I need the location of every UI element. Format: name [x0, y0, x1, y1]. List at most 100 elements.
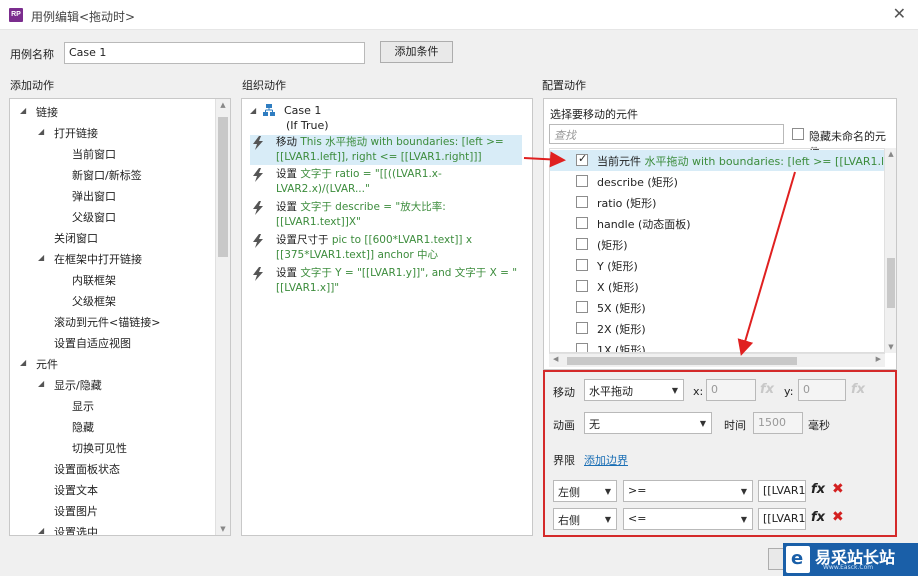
scroll-thumb[interactable]: [218, 117, 228, 257]
scroll-down-icon[interactable]: ▼: [885, 343, 896, 351]
widget-list-item[interactable]: 当前元件 水平拖动 with boundaries: [left >= [[LV…: [550, 150, 885, 171]
widget-name: X (矩形): [597, 281, 639, 294]
widget-checkbox[interactable]: [576, 280, 588, 292]
action-item[interactable]: 移动 This 水平拖动 with boundaries: [left >= […: [250, 135, 522, 165]
widget-checkbox[interactable]: [576, 175, 588, 187]
widget-name: 当前元件: [597, 155, 641, 168]
action-tree-item[interactable]: 当前窗口: [72, 146, 116, 162]
scroll-up-icon[interactable]: ▲: [216, 101, 230, 109]
widget-list-item[interactable]: describe (矩形): [550, 171, 884, 192]
action-tree-item[interactable]: 链接: [36, 104, 58, 120]
add-action-scrollbar[interactable]: ▲ ▼: [215, 99, 230, 535]
widget-list-item[interactable]: handle (动态面板): [550, 213, 884, 234]
window-title: 用例编辑<拖动时>: [31, 10, 136, 24]
choose-widget-label: 选择要移动的元件: [550, 108, 638, 121]
action-tree-item[interactable]: 关闭窗口: [54, 230, 98, 246]
action-tree-item[interactable]: 滚动到元件<锚链接>: [54, 314, 160, 330]
action-tree-item[interactable]: 切换可见性: [72, 440, 127, 456]
lightning-icon: [253, 136, 263, 150]
scroll-up-icon[interactable]: ▲: [885, 150, 896, 158]
expand-triangle-icon[interactable]: ◢: [38, 526, 44, 535]
widget-search-input[interactable]: 查找: [549, 124, 784, 144]
case-name-label: 用例名称: [10, 48, 54, 61]
action-tree-item[interactable]: 内联框架: [72, 272, 116, 288]
widget-list-item[interactable]: (矩形): [550, 234, 884, 255]
widget-list-item[interactable]: Y (矩形): [550, 255, 884, 276]
action-keyword: 移动: [276, 136, 301, 148]
expand-triangle-icon[interactable]: ◢: [38, 379, 44, 388]
action-tree-item[interactable]: 隐藏: [72, 419, 94, 435]
widget-list-item[interactable]: 5X (矩形): [550, 297, 884, 318]
widget-name: 5X (矩形): [597, 302, 646, 315]
widget-list-item[interactable]: 2X (矩形): [550, 318, 884, 339]
widget-checkbox[interactable]: [576, 217, 588, 229]
action-tree-item[interactable]: 父级窗口: [72, 209, 116, 225]
action-tree-item[interactable]: 显示/隐藏: [54, 377, 102, 393]
collapse-triangle-icon[interactable]: ◢: [250, 106, 256, 115]
action-item[interactable]: 设置 文字于 Y = "[[LVAR1.y]]", and 文字于 X = "[…: [250, 266, 522, 296]
widget-name: handle (动态面板): [597, 218, 691, 231]
widget-name: describe (矩形): [597, 176, 678, 189]
action-tree-item[interactable]: 设置面板状态: [54, 461, 120, 477]
case-title[interactable]: Case 1: [284, 104, 321, 117]
expand-triangle-icon[interactable]: ◢: [20, 358, 26, 367]
action-tree-item[interactable]: 新窗口/新标签: [72, 167, 142, 183]
watermark-e-icon: e: [786, 546, 810, 573]
widget-checkbox[interactable]: [576, 301, 588, 313]
widget-name: ratio (矩形): [597, 197, 657, 210]
action-tree-item[interactable]: 设置文本: [54, 482, 98, 498]
action-tree-item[interactable]: 设置自适应视图: [54, 335, 131, 351]
widget-list-item[interactable]: X (矩形): [550, 276, 884, 297]
action-keyword: 设置尺寸于: [276, 234, 332, 246]
widget-checkbox[interactable]: [576, 196, 588, 208]
add-action-header: 添加动作: [10, 79, 54, 92]
action-detail: 文字于 Y = "[[LVAR1.y]]", and 文字于 X = "[[LV…: [276, 267, 518, 294]
scroll-thumb[interactable]: [887, 258, 895, 308]
widget-list-vscroll[interactable]: ▲ ▼: [884, 148, 896, 353]
action-tree-item[interactable]: 父级框架: [72, 293, 116, 309]
watermark-logo: e 易采站长站 Www.Easck.Com: [783, 543, 918, 576]
widget-checkbox[interactable]: [576, 322, 588, 334]
case-name-input[interactable]: Case 1: [64, 42, 365, 64]
organize-action-panel: ◢ Case 1 (If True) 移动 This 水平拖动 with bou…: [241, 98, 533, 536]
close-icon[interactable]: ✕: [893, 4, 906, 23]
widget-checkbox[interactable]: [576, 343, 588, 352]
widget-detail: 水平拖动 with boundaries: [left >= [[LVAR1.l…: [644, 155, 885, 168]
action-tree-item[interactable]: 设置选中: [54, 524, 98, 535]
expand-triangle-icon[interactable]: ◢: [38, 253, 44, 262]
action-detail: This 水平拖动 with boundaries: [left >= [[LV…: [276, 136, 504, 163]
widget-checkbox[interactable]: [576, 238, 588, 250]
watermark-url: Www.Easck.Com: [823, 564, 874, 571]
action-keyword: 设置: [276, 267, 301, 279]
hscroll-thumb[interactable]: [567, 357, 797, 365]
expand-triangle-icon[interactable]: ◢: [20, 106, 26, 115]
widget-list: 当前元件 水平拖动 with boundaries: [left >= [[LV…: [549, 148, 885, 353]
action-tree-item[interactable]: 弹出窗口: [72, 188, 116, 204]
lightning-icon: [253, 201, 263, 215]
axure-app-icon: RP: [9, 8, 23, 22]
action-tree-item[interactable]: 打开链接: [54, 125, 98, 141]
action-keyword: 设置: [276, 168, 301, 180]
expand-triangle-icon[interactable]: ◢: [38, 127, 44, 136]
scroll-right-icon[interactable]: ▶: [876, 355, 881, 363]
scroll-down-icon[interactable]: ▼: [216, 525, 230, 533]
widget-checkbox[interactable]: [576, 259, 588, 271]
action-item[interactable]: 设置 文字于 describe = "放大比率: [[LVAR1.text]]X…: [250, 200, 522, 230]
action-tree-item[interactable]: 元件: [36, 356, 58, 372]
widget-list-hscroll[interactable]: ◀ ▶: [549, 353, 885, 367]
scroll-left-icon[interactable]: ◀: [553, 355, 558, 363]
widget-name: 1X (矩形): [597, 344, 646, 353]
action-item[interactable]: 设置 文字于 ratio = "[[((LVAR1.x-LVAR2.x)/(LV…: [250, 167, 522, 197]
lightning-icon: [253, 267, 263, 281]
action-tree-item[interactable]: 在框架中打开链接: [54, 251, 142, 267]
widget-list-item[interactable]: 1X (矩形): [550, 339, 884, 353]
widget-checkbox[interactable]: [576, 152, 588, 166]
action-tree-item[interactable]: 显示: [72, 398, 94, 414]
lightning-icon: [253, 234, 263, 248]
widget-list-item[interactable]: ratio (矩形): [550, 192, 884, 213]
action-tree-item[interactable]: 设置图片: [54, 503, 98, 519]
action-item[interactable]: 设置尺寸于 pic to [[600*LVAR1.text]] x [[375*…: [250, 233, 522, 263]
add-condition-button[interactable]: 添加条件: [380, 41, 453, 63]
widget-name: (矩形): [597, 239, 628, 252]
hide-unnamed-checkbox[interactable]: [792, 128, 804, 140]
